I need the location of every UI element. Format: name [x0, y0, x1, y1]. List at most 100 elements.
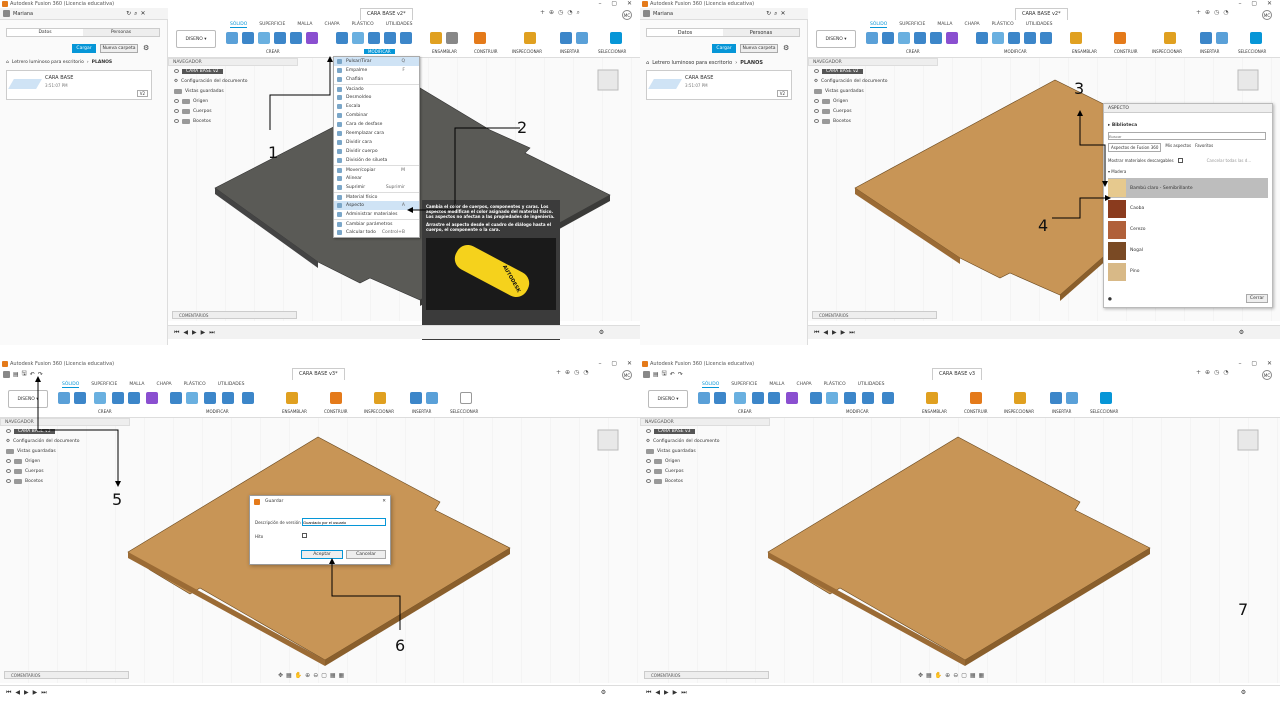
tab-icons[interactable]: +⊕◷◔⌕: [540, 9, 584, 17]
tab-personas[interactable]: Personas: [83, 29, 159, 36]
tab-fusion-appearances[interactable]: Aspectos de Fusion 360: [1108, 143, 1162, 152]
menu-item[interactable]: Chaflán: [334, 75, 419, 84]
play-icon[interactable]: ▶: [192, 329, 197, 336]
grid-icon[interactable]: [3, 370, 10, 378]
press-pull-icon[interactable]: [976, 32, 988, 44]
show-downloadable-row[interactable]: Mostrar materiales descargables Cancelar…: [1108, 158, 1268, 163]
fillet-icon[interactable]: [186, 392, 198, 404]
joint-icon[interactable]: [286, 392, 298, 404]
nav-item[interactable]: ⚙ Configuración del documento: [640, 436, 770, 446]
joint-icon[interactable]: [926, 392, 938, 404]
material-item[interactable]: Pino: [1108, 261, 1268, 282]
cancel-all-link[interactable]: Cancelar todas las d...: [1207, 158, 1252, 163]
user-name[interactable]: Mariana: [653, 11, 673, 17]
prev-icon[interactable]: ◀: [15, 689, 20, 696]
move-icon[interactable]: [242, 392, 254, 404]
last-icon[interactable]: ⏭: [849, 329, 854, 337]
new-component-icon[interactable]: [698, 392, 710, 404]
tab-superficie[interactable]: SUPERFICIE: [899, 22, 925, 28]
user-name[interactable]: Mariana: [13, 11, 33, 17]
eye-icon[interactable]: [174, 109, 179, 113]
tab-plastico[interactable]: PLÁSTICO: [824, 382, 846, 388]
group-seleccionar[interactable]: SELECCIONAR: [450, 409, 478, 414]
search-icon[interactable]: ⌕: [134, 10, 137, 18]
menu-item[interactable]: División de silueta: [334, 156, 419, 165]
select-icon[interactable]: [610, 32, 622, 44]
checkbox-icon[interactable]: [1177, 158, 1183, 163]
group-crear[interactable]: CREAR: [906, 49, 920, 54]
group-inspeccionar[interactable]: INSPECCIONAR: [512, 49, 542, 54]
group-modificar[interactable]: MODIFICAR: [846, 409, 869, 414]
eye-icon[interactable]: [814, 69, 819, 73]
comments-bar[interactable]: COMENTARIOS: [4, 671, 129, 679]
menu-item[interactable]: Desmoldeo: [334, 93, 419, 102]
extrude-icon[interactable]: [714, 392, 726, 404]
tab-favorites[interactable]: Favoritos: [1195, 143, 1213, 152]
menu-item[interactable]: Pulsar/Tirar Q: [334, 57, 419, 66]
shell-icon[interactable]: [1008, 32, 1020, 44]
combine-icon[interactable]: [862, 392, 874, 404]
prev-icon[interactable]: ◀: [655, 689, 660, 696]
menu-item[interactable]: Empalme F: [334, 66, 419, 75]
nav-root[interactable]: CARA BASE v3: [640, 426, 770, 436]
home-icon[interactable]: ⌂: [6, 60, 9, 65]
version-desc-input[interactable]: [302, 518, 386, 526]
group-construir[interactable]: CONSTRUIR: [324, 409, 348, 414]
close-icon[interactable]: ✕: [141, 10, 146, 17]
gear-icon[interactable]: ⚙: [1241, 689, 1246, 696]
tab-malla[interactable]: MALLA: [769, 382, 784, 388]
form-icon[interactable]: [946, 32, 958, 44]
file-icon[interactable]: ▤: [13, 371, 19, 378]
shell-icon[interactable]: [368, 32, 380, 44]
tab-datos[interactable]: Datos: [7, 29, 83, 36]
milestone-checkbox[interactable]: [302, 533, 307, 538]
save-icon[interactable]: 🖫: [662, 369, 667, 379]
eye-icon[interactable]: [814, 99, 819, 103]
gear-icon[interactable]: ⚙: [601, 689, 606, 696]
library-label[interactable]: ▸ Biblioteca: [1108, 123, 1268, 128]
first-icon[interactable]: ⏮: [814, 329, 819, 337]
material-item[interactable]: Cerezo: [1108, 219, 1268, 240]
pattern-icon[interactable]: [290, 32, 302, 44]
window-controls[interactable]: – ▢ ✕: [1238, 360, 1276, 367]
pattern-icon[interactable]: [128, 392, 140, 404]
menu-item[interactable]: Combinar: [334, 111, 419, 120]
group-seleccionar[interactable]: SELECCIONAR: [1090, 409, 1118, 414]
group-ensamblar[interactable]: ENSAMBLAR: [282, 409, 307, 414]
design-workspace-button[interactable]: DISEÑO ▾: [648, 390, 688, 408]
nav-item[interactable]: Vistas guardadas: [0, 446, 130, 456]
group-inspeccionar[interactable]: INSPECCIONAR: [1152, 49, 1182, 54]
tab-plastico[interactable]: PLÁSTICO: [352, 22, 374, 28]
measure-icon[interactable]: [524, 32, 536, 44]
press-pull-icon[interactable]: [170, 392, 182, 404]
combine-icon[interactable]: [384, 32, 396, 44]
group-ensamblar[interactable]: ENSAMBLAR: [432, 49, 457, 54]
group-ensamblar[interactable]: ENSAMBLAR: [922, 409, 947, 414]
window-controls[interactable]: – ▢ ✕: [598, 360, 636, 367]
tab-chapa[interactable]: CHAPA: [324, 22, 339, 28]
first-icon[interactable]: ⏮: [646, 689, 651, 697]
tab-icons[interactable]: +⊕◷◔: [1196, 369, 1233, 376]
nav-item[interactable]: Bocetos: [168, 116, 298, 126]
hole-icon[interactable]: [112, 392, 124, 404]
insert-icon[interactable]: [1050, 392, 1062, 404]
nav-root[interactable]: CARA BASE v2: [168, 66, 298, 76]
eye-icon[interactable]: [6, 469, 11, 473]
as-built-joint-icon[interactable]: [446, 32, 458, 44]
window-controls[interactable]: – ▢ ✕: [598, 0, 636, 7]
doc-tab[interactable]: CARA BASE v3*: [292, 368, 345, 380]
hole-icon[interactable]: [752, 392, 764, 404]
group-construir[interactable]: CONSTRUIR: [474, 49, 498, 54]
fillet-icon[interactable]: [352, 32, 364, 44]
extrude-icon[interactable]: [882, 32, 894, 44]
nav-toolbar[interactable]: ✥▦✋⊕⊖▢▦▦: [278, 672, 347, 679]
last-icon[interactable]: ⏭: [41, 689, 46, 697]
hole-icon[interactable]: [274, 32, 286, 44]
nav-item[interactable]: Bocetos: [640, 476, 770, 486]
material-item[interactable]: Nogal: [1108, 240, 1268, 261]
group-crear[interactable]: CREAR: [738, 409, 752, 414]
grid-icon[interactable]: [643, 370, 650, 378]
nav-item[interactable]: ⚙ Configuración del documento: [808, 76, 938, 86]
tab-malla[interactable]: MALLA: [129, 382, 144, 388]
undo-icon[interactable]: ↶: [670, 371, 675, 378]
